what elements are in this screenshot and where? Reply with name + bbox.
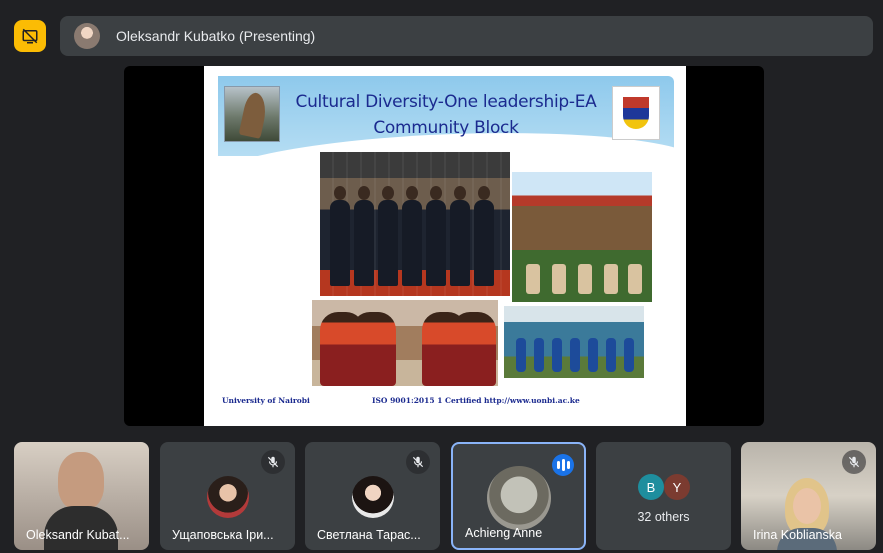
avatar: Y bbox=[664, 474, 690, 500]
traditional-dancers-photo bbox=[312, 300, 498, 386]
participant-tile-active-speaker[interactable]: Achieng Anne bbox=[451, 442, 586, 550]
university-crest-logo bbox=[612, 86, 660, 140]
stop-presenting-button[interactable] bbox=[14, 20, 46, 52]
speaking-indicator bbox=[552, 454, 574, 476]
presenting-bar: Oleksandr Kubatko (Presenting) bbox=[10, 14, 873, 56]
slide-title-line1: Cultural Diversity-One leadership-EA bbox=[295, 92, 597, 112]
mic-off-indicator bbox=[406, 450, 430, 474]
drummers-photo bbox=[512, 172, 652, 302]
avatar: B bbox=[638, 474, 664, 500]
footer-url: http://www.uonbi.ac.ke bbox=[484, 396, 580, 405]
avatar bbox=[206, 476, 249, 518]
blue-dancers-photo bbox=[504, 306, 644, 378]
participant-tile[interactable]: Светлана Тарас... bbox=[305, 442, 440, 550]
participant-tile[interactable]: Irina Koblianska bbox=[741, 442, 876, 550]
participant-name: Oleksandr Kubat... bbox=[26, 528, 130, 542]
presenter-avatar bbox=[74, 23, 100, 49]
participant-name: Ущаповська Іри... bbox=[172, 528, 274, 542]
participant-name: Achieng Anne bbox=[465, 526, 543, 540]
mic-off-icon bbox=[267, 456, 279, 468]
presenter-label: Oleksandr Kubatko (Presenting) bbox=[116, 28, 316, 44]
mic-off-icon bbox=[412, 456, 424, 468]
avatar bbox=[486, 466, 551, 530]
presentation-stage[interactable]: Cultural Diversity-One leadership-EA Com… bbox=[124, 66, 764, 426]
presentation-slide: Cultural Diversity-One leadership-EA Com… bbox=[204, 66, 686, 426]
mic-off-indicator bbox=[842, 450, 866, 474]
university-building-logo bbox=[224, 86, 280, 142]
stop-presenting-icon bbox=[22, 28, 38, 44]
participant-tile[interactable]: Ущаповська Іри... bbox=[160, 442, 295, 550]
participant-name: Irina Koblianska bbox=[753, 528, 842, 542]
others-count: 32 others bbox=[637, 510, 690, 524]
leaders-photo bbox=[320, 152, 510, 296]
mic-off-icon bbox=[848, 456, 860, 468]
slide-header-band bbox=[218, 76, 674, 156]
footer-iso: ISO 9001:2015 1 Certified bbox=[372, 396, 482, 405]
presenter-pill[interactable]: Oleksandr Kubatko (Presenting) bbox=[60, 16, 873, 56]
others-avatars: B Y bbox=[638, 474, 698, 502]
mic-off-indicator bbox=[261, 450, 285, 474]
others-tile[interactable]: B Y 32 others bbox=[596, 442, 731, 550]
footer-university: University of Nairobi bbox=[222, 396, 310, 405]
participant-tile[interactable]: Oleksandr Kubat... bbox=[14, 442, 149, 550]
slide-title-line2: Community Block bbox=[373, 118, 519, 138]
avatar bbox=[351, 476, 394, 518]
audio-level-icon bbox=[556, 461, 560, 469]
participant-name: Светлана Тарас... bbox=[317, 528, 421, 542]
